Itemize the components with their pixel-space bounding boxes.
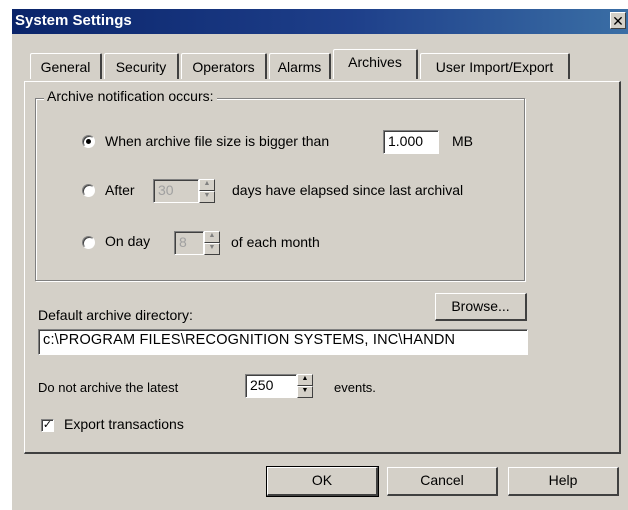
ok-button[interactable]: OK [266, 466, 379, 497]
system-settings-window: System Settings ✕ General Security Opera… [11, 8, 628, 510]
browse-button[interactable]: Browse... [435, 293, 527, 321]
archive-notification-legend: Archive notification occurs: [44, 88, 217, 104]
tab-alarms[interactable]: Alarms [269, 53, 331, 79]
spin-down-icon[interactable]: ▼ [204, 243, 220, 255]
archive-directory-field[interactable]: c:\PROGRAM FILES\RECOGNITION SYSTEMS, IN… [38, 329, 528, 355]
size-option-radio[interactable] [82, 135, 95, 148]
spin-up-icon[interactable]: ▲ [199, 179, 215, 191]
days-elapsed-spinner[interactable]: ▲ ▼ [199, 179, 215, 203]
day-option-radio[interactable] [82, 236, 95, 249]
after-option-label[interactable]: After [105, 182, 135, 198]
tab-operators[interactable]: Operators [181, 53, 267, 79]
latest-events-suffix: events. [334, 380, 376, 395]
after-option-radio[interactable] [82, 184, 95, 197]
spin-down-icon[interactable]: ▼ [297, 386, 313, 398]
after-option-suffix: days have elapsed since last archival [232, 182, 464, 198]
size-option-label[interactable]: When archive file size is bigger than [105, 133, 329, 149]
close-icon[interactable]: ✕ [610, 12, 626, 29]
spin-up-icon[interactable]: ▲ [297, 374, 313, 386]
export-transactions-label[interactable]: Export transactions [64, 416, 184, 432]
size-unit-label: MB [452, 133, 473, 149]
spin-down-icon[interactable]: ▼ [199, 191, 215, 203]
window-title: System Settings [15, 12, 132, 29]
export-transactions-checkbox[interactable]: ✓ [41, 419, 54, 432]
tab-archives[interactable]: Archives [333, 49, 418, 79]
help-button[interactable]: Help [508, 467, 619, 496]
day-option-label[interactable]: On day [105, 233, 150, 249]
cancel-button[interactable]: Cancel [387, 467, 498, 496]
archive-directory-label: Default archive directory: [38, 307, 193, 323]
archive-size-field[interactable]: 1.000 [383, 130, 439, 154]
day-option-suffix: of each month [231, 234, 320, 250]
day-of-month-field[interactable]: 8 [174, 231, 204, 255]
latest-events-field[interactable]: 250 [245, 374, 297, 398]
spin-up-icon[interactable]: ▲ [204, 231, 220, 243]
day-of-month-spinner[interactable]: ▲ ▼ [204, 231, 220, 255]
title-bar: System Settings ✕ [12, 9, 628, 34]
latest-events-prefix: Do not archive the latest [38, 380, 179, 395]
tab-user-import-export[interactable]: User Import/Export [420, 53, 570, 79]
tab-general[interactable]: General [30, 53, 102, 79]
days-elapsed-field[interactable]: 30 [153, 179, 199, 203]
tab-security[interactable]: Security [104, 53, 179, 79]
latest-events-spinner[interactable]: ▲ ▼ [297, 374, 313, 398]
